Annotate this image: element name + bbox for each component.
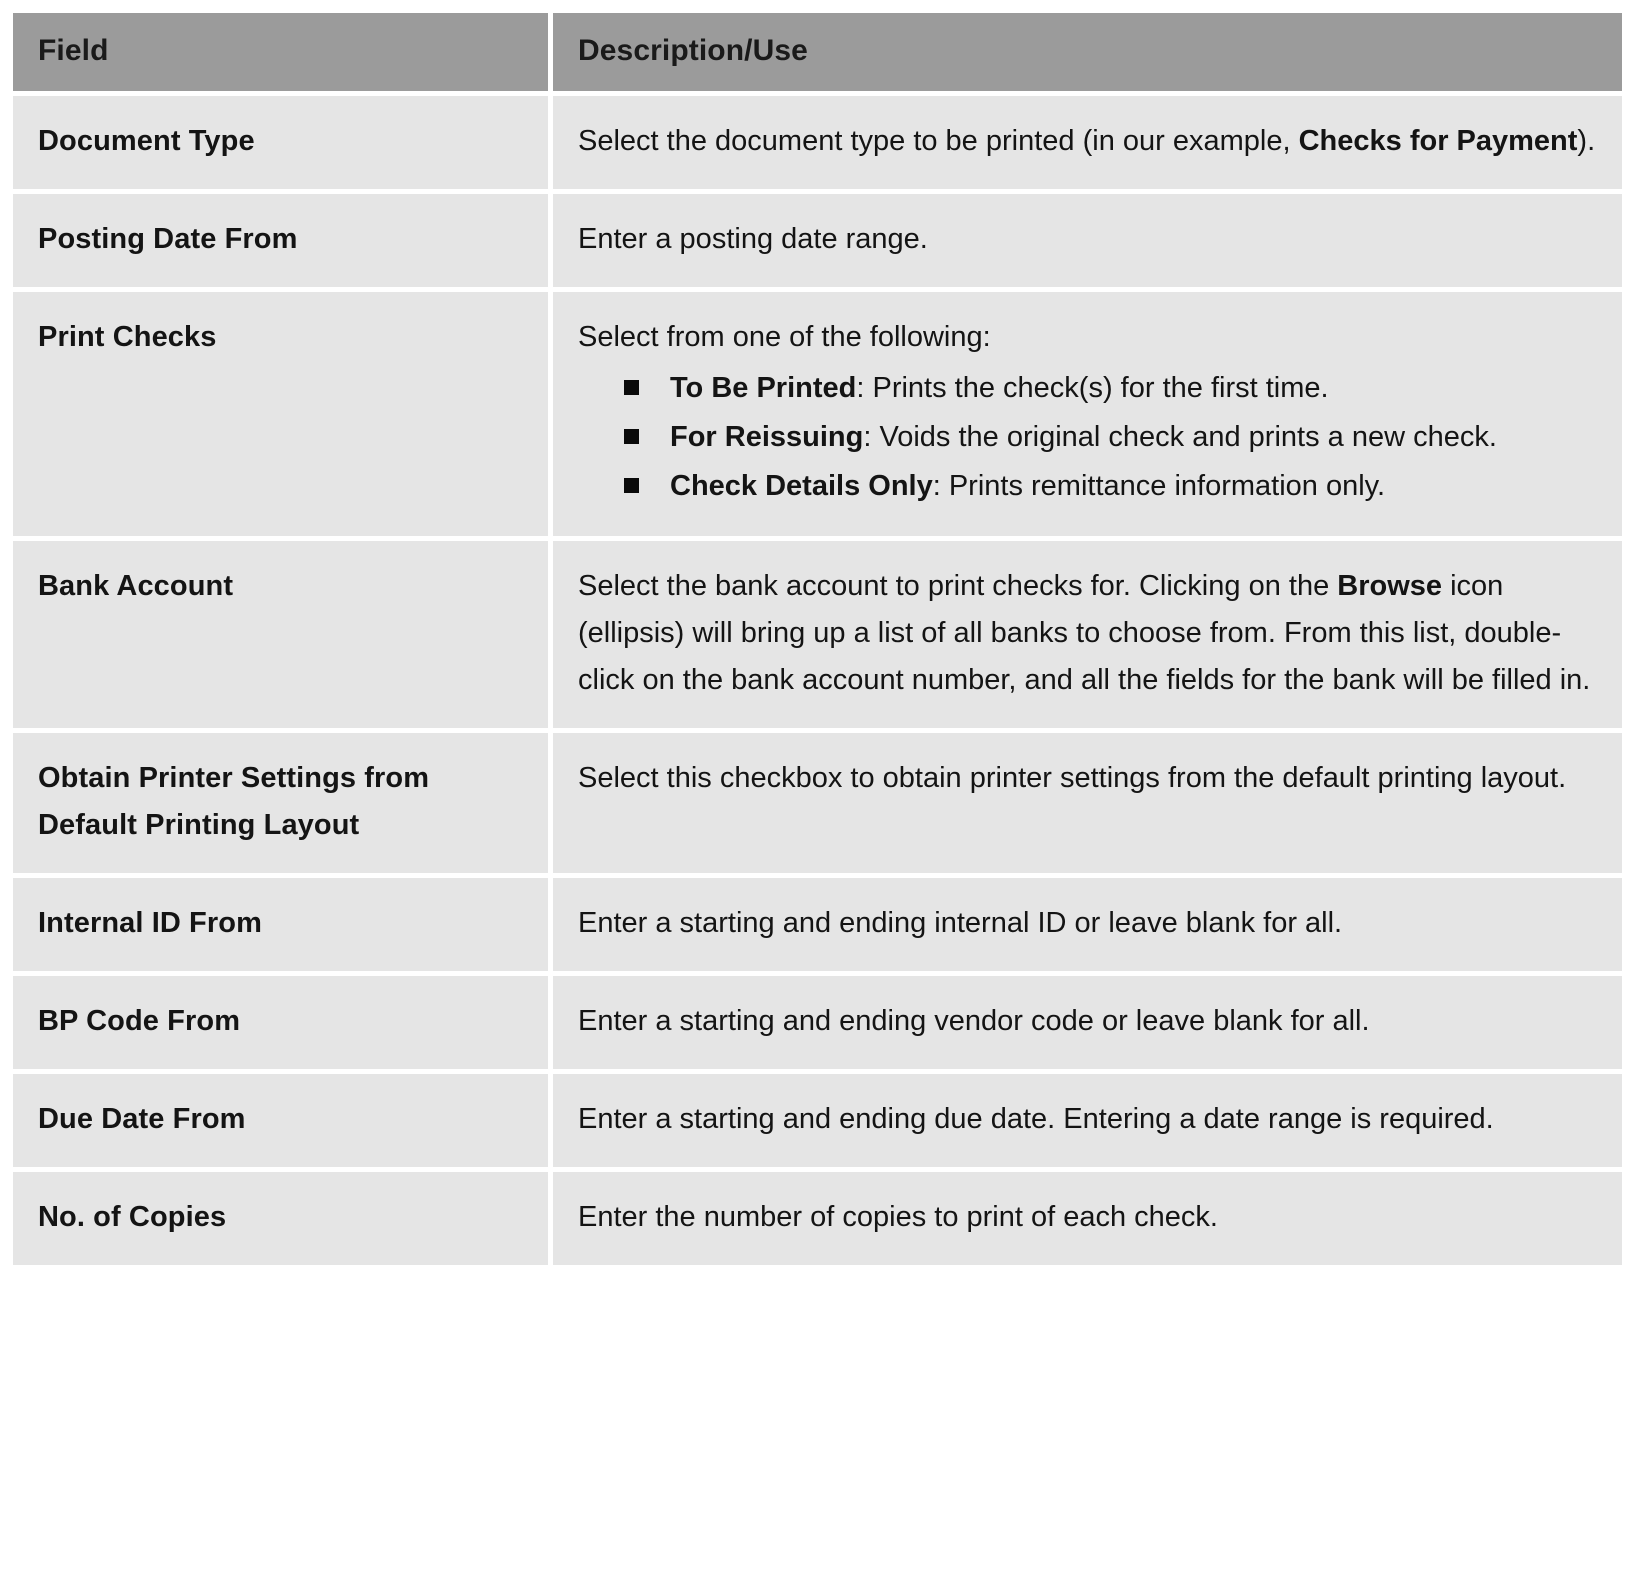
field-description-document-type: Select the document type to be printed (… [553,96,1622,189]
desc-text-emphasis: Browse [1337,569,1443,602]
column-header-description: Description/Use [553,13,1622,91]
desc-text-lead: Select the document type to be printed (… [578,125,1299,157]
field-name-print-checks: Print Checks [13,291,548,536]
list-item: To Be Printed: Prints the check(s) for t… [624,365,1600,412]
desc-text-tail: ). [1577,125,1596,157]
field-description-due-date-from: Enter a starting and ending due date. En… [553,1073,1622,1167]
field-description-bp-code-from: Enter a starting and ending vendor code … [553,975,1622,1069]
square-bullet-icon [624,428,639,444]
table-row: Obtain Printer Settings from Default Prin… [13,732,1622,873]
desc-intro-text: Select from one of the following: [578,320,991,353]
field-name-bank-account: Bank Account [13,540,548,728]
field-description-posting-date-from: Enter a posting date range. [553,193,1622,287]
desc-text-emphasis: Checks for Payment [1298,125,1578,157]
table-row: Bank Account Select the bank account to … [13,540,1622,728]
square-bullet-icon [624,477,639,493]
table-header: Field Description/Use [13,13,1622,91]
table-row: Internal ID From Enter a starting and en… [13,877,1622,971]
field-description-obtain-printer-settings: Select this checkbox to obtain printer s… [553,732,1622,873]
column-header-field: Field [13,13,548,91]
field-description-print-checks: Select from one of the following: To Be … [553,291,1622,536]
option-text: : Prints the check(s) for the first time… [856,371,1329,404]
option-text: : Prints remittance information only. [932,469,1386,502]
field-name-no-of-copies: No. of Copies [13,1171,548,1265]
list-item: For Reissuing: Voids the original check … [624,414,1600,461]
field-description-bank-account: Select the bank account to print checks … [553,540,1622,728]
field-name-line-1: Obtain Printer Settings from [38,761,430,794]
field-description-no-of-copies: Enter the number of copies to print of e… [553,1171,1622,1265]
option-text: : Voids the original check and prints a … [863,420,1497,453]
field-reference-table: Field Description/Use Document Type Sele… [8,8,1627,1270]
field-name-due-date-from: Due Date From [13,1073,548,1167]
field-name-obtain-printer-settings: Obtain Printer Settings from Default Prin… [13,732,548,873]
print-checks-option-list: To Be Printed: Prints the check(s) for t… [578,365,1600,510]
table-row: Print Checks Select from one of the foll… [13,291,1622,536]
option-term: For Reissuing [670,420,864,453]
table-row: BP Code From Enter a starting and ending… [13,975,1622,1069]
option-term: Check Details Only [670,469,933,502]
field-name-document-type: Document Type [13,96,548,189]
field-name-internal-id-from: Internal ID From [13,877,548,971]
field-description-internal-id-from: Enter a starting and ending internal ID … [553,877,1622,971]
table-row: Posting Date From Enter a posting date r… [13,193,1622,287]
table-header-row: Field Description/Use [13,13,1622,91]
table-body: Document Type Select the document type t… [13,96,1622,1265]
field-name-line-2: Default Printing Layout [38,808,360,841]
table-row: Due Date From Enter a starting and endin… [13,1073,1622,1167]
field-name-posting-date-from: Posting Date From [13,193,548,287]
table-row: No. of Copies Enter the number of copies… [13,1171,1622,1265]
table-row: Document Type Select the document type t… [13,96,1622,189]
field-reference-table-container: Field Description/Use Document Type Sele… [0,0,1640,1290]
desc-text-lead: Select the bank account to print checks … [578,569,1338,602]
field-name-bp-code-from: BP Code From [13,975,548,1069]
option-term: To Be Printed [670,371,857,404]
square-bullet-icon [624,379,639,395]
list-item: Check Details Only: Prints remittance in… [624,463,1600,510]
